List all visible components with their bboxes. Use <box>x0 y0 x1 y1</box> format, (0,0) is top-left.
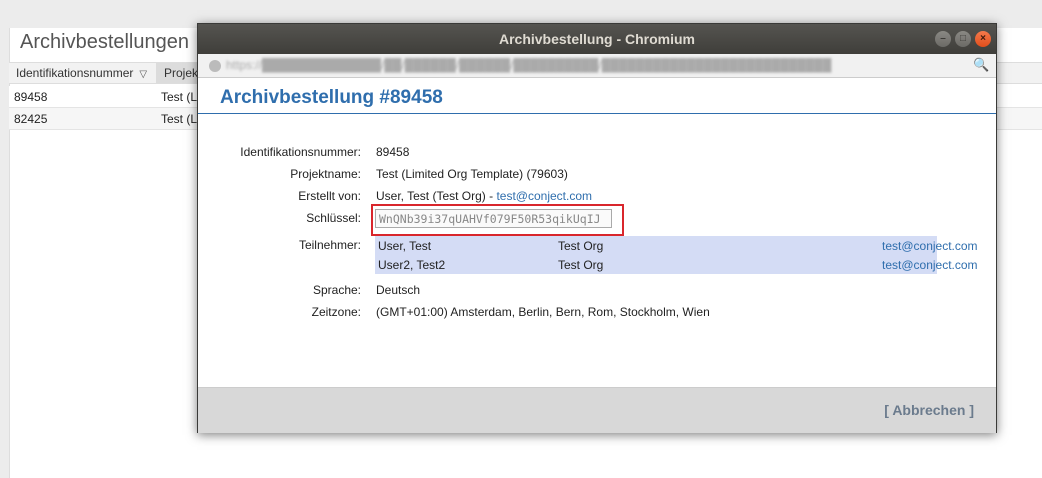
participant-email-link[interactable]: test@conject.com <box>882 258 978 272</box>
created-label: Erstellt von: <box>298 189 361 203</box>
participant-name: User, Test <box>378 239 432 253</box>
timezone-value: (GMT+01:00) Amsterdam, Berlin, Bern, Rom… <box>376 305 710 319</box>
site-info-icon[interactable] <box>209 60 221 72</box>
row-id: 89458 <box>14 90 48 104</box>
row-project: Test (L <box>161 112 198 126</box>
column-header-id[interactable]: Identifikationsnummer ▽ <box>16 66 147 80</box>
creator-name: User, Test (Test Org) - <box>376 189 497 203</box>
key-field[interactable]: WnQNb39i37qUAHVf079F50R53qikUqIJ <box>375 209 612 228</box>
row-id: 82425 <box>14 112 48 126</box>
table-row: User, Test Test Org test@conject.com <box>375 236 978 255</box>
url-text[interactable]: https://██████████████/██/██████/██████/… <box>226 58 966 74</box>
dialog-title: Archivbestellung #89458 <box>220 87 443 108</box>
participant-org: Test Org <box>558 258 604 272</box>
dialog-footer: [ Abbrechen ] <box>198 387 996 433</box>
language-label: Sprache: <box>312 283 361 297</box>
participants-table: User, Test Test Org test@conject.com Use… <box>375 236 978 274</box>
row-project: Test (L <box>161 90 198 104</box>
popup-window: Archivbestellung - Chromium – □ × https:… <box>197 23 997 433</box>
zoom-icon[interactable]: 🔍 <box>973 57 989 73</box>
close-icon[interactable]: × <box>975 31 991 47</box>
project-value: Test (Limited Org Template) (79603) <box>376 167 568 181</box>
participant-email-link[interactable]: test@conject.com <box>882 239 978 253</box>
maximize-icon[interactable]: □ <box>955 31 971 47</box>
participants-label: Teilnehmer: <box>298 238 361 252</box>
sort-icon[interactable]: ▽ <box>139 69 147 80</box>
key-label: Schlüssel: <box>306 211 361 225</box>
address-bar[interactable]: https://██████████████/██/██████/██████/… <box>198 54 996 78</box>
project-label: Projektname: <box>290 167 361 181</box>
participant-name: User2, Test2 <box>378 258 446 272</box>
page-title: Archivbestellungen <box>20 31 189 53</box>
table-row: User2, Test2 Test Org test@conject.com <box>375 255 978 274</box>
timezone-label: Zeitzone: <box>311 305 361 319</box>
title-divider <box>198 113 996 114</box>
cancel-button[interactable]: [ Abbrechen ] <box>884 402 974 418</box>
column-header-id-label: Identifikationsnummer <box>16 66 134 80</box>
id-value: 89458 <box>376 145 410 159</box>
id-label: Identifikationsnummer: <box>240 145 361 159</box>
window-titlebar[interactable]: Archivbestellung - Chromium – □ × <box>198 24 996 54</box>
language-value: Deutsch <box>376 283 421 297</box>
participant-org: Test Org <box>558 239 604 253</box>
created-value: User, Test (Test Org) - test@conject.com <box>376 189 592 203</box>
creator-email-link[interactable]: test@conject.com <box>496 189 592 203</box>
window-title: Archivbestellung - Chromium <box>498 31 696 47</box>
minimize-icon[interactable]: – <box>935 31 951 47</box>
